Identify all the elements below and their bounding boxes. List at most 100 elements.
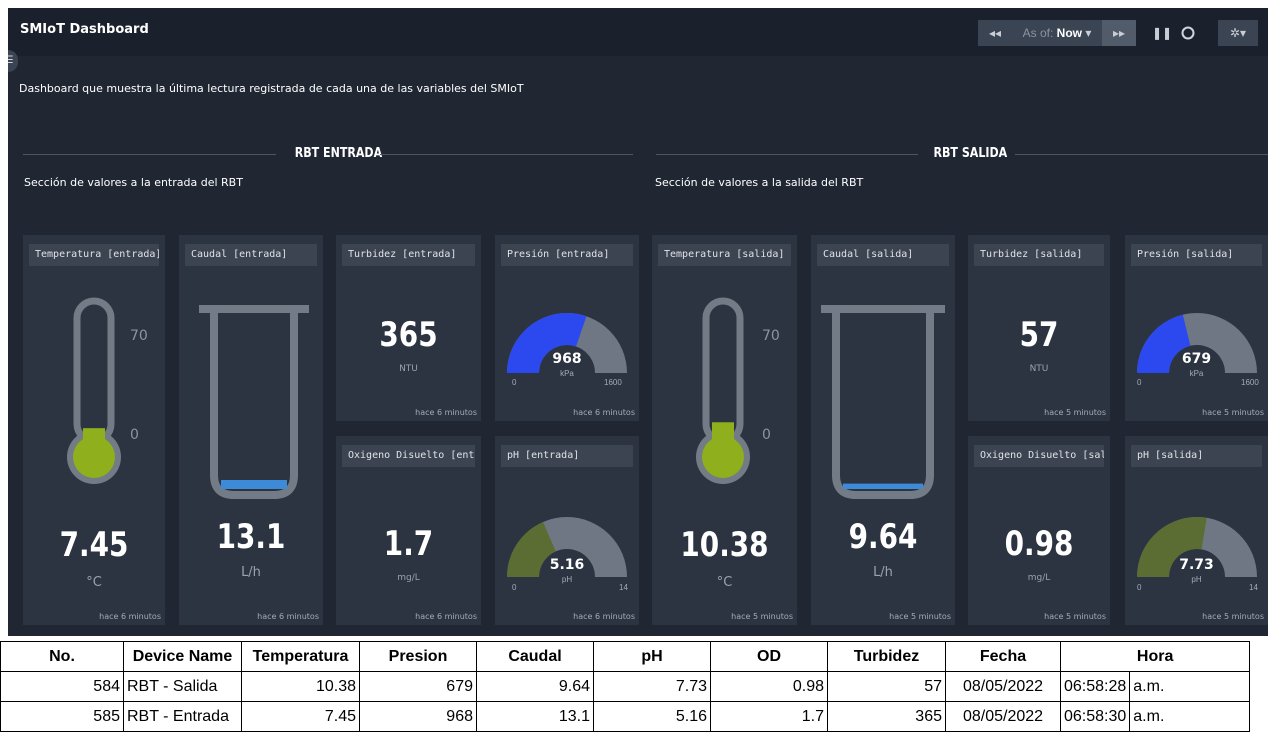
gauge-min-label: 0: [1137, 583, 1142, 592]
table-row: 584 RBT - Salida 10.38 679 9.64 7.73 0.9…: [0, 671, 1251, 702]
table-cell[interactable]: 5.16: [593, 701, 711, 732]
updated-label: hace 6 minutos: [99, 612, 161, 621]
gauge-min-label: 0: [512, 378, 517, 387]
panel-title: Presión [entrada]: [501, 244, 633, 266]
tank-icon: [821, 305, 945, 499]
value: 0.98: [1004, 524, 1074, 564]
table-cell[interactable]: 13.1: [476, 701, 594, 732]
tank-icon: [199, 305, 309, 499]
gauge-max-label: 14: [619, 583, 628, 592]
rewind-button[interactable]: ◂◂: [978, 20, 1012, 46]
gear-icon: ✲▾: [1229, 26, 1247, 40]
table-cell[interactable]: 7.73: [593, 671, 711, 702]
pause-button[interactable]: ❚❚: [1152, 20, 1172, 46]
circle-icon: [1181, 26, 1195, 40]
section-subtitle-entrada: Sección de valores a la entrada del RBT: [24, 176, 243, 189]
updated-label: hace 6 minutos: [573, 408, 635, 417]
gauge-min-label: 0: [1137, 378, 1142, 387]
scale-max-label: 70: [130, 328, 148, 344]
gauge-max-label: 1600: [1241, 378, 1259, 387]
panel-title: Turbidez [entrada]: [342, 244, 475, 266]
dashboard-description: Dashboard que muestra la última lectura …: [19, 82, 524, 95]
unit: °C: [716, 575, 733, 590]
table-cell[interactable]: 584: [0, 671, 124, 702]
unit: °C: [86, 575, 102, 590]
panel-caudal-salida: Caudal [salida] 9.64 L/h hace 5 minutos: [811, 235, 955, 625]
table-cell[interactable]: RBT - Entrada: [123, 701, 242, 732]
value: 57: [1019, 315, 1059, 355]
value: 13.1: [216, 517, 286, 557]
fast-forward-button[interactable]: ▸▸: [1102, 20, 1136, 46]
section-title-salida: RBT SALIDA: [933, 146, 1008, 161]
value: 7.73: [1179, 557, 1214, 573]
panel-oxigeno-entrada: Oxigeno Disuelto [entrada] 1.7 mg/L hace…: [336, 436, 481, 625]
rewind-icon: ◂◂: [988, 26, 1002, 40]
header-cell: No.: [0, 641, 124, 672]
unit: NTU: [399, 364, 418, 374]
updated-label: hace 5 minutos: [731, 612, 793, 621]
as-of-dropdown[interactable]: As of: Now ▾: [1012, 20, 1102, 46]
table-cell[interactable]: 585: [0, 701, 124, 732]
scale-max-label: 70: [762, 328, 780, 344]
panel-turbidez-entrada: Turbidez [entrada] 365 NTU hace 6 minuto…: [336, 235, 481, 421]
panel-title: Caudal [entrada]: [185, 244, 317, 266]
value: 968: [552, 351, 582, 367]
table-cell[interactable]: RBT - Salida: [123, 671, 242, 702]
dashboard-title: SMIoT Dashboard: [20, 22, 149, 37]
panel-title: Turbidez [salida]: [974, 244, 1104, 266]
unit: kPa: [560, 369, 574, 378]
header-cell: pH: [593, 641, 711, 672]
menu-icon: ☰: [8, 55, 14, 66]
table-cell[interactable]: a.m.: [1129, 671, 1251, 702]
table-cell[interactable]: 365: [827, 701, 946, 732]
panel-title: Caudal [salida]: [817, 244, 949, 266]
header-cell: Caudal: [476, 641, 594, 672]
readings-table: No. Device Name Temperatura Presion Caud…: [0, 641, 1251, 732]
table-cell[interactable]: 968: [359, 701, 477, 732]
panel-title: pH [salida]: [1131, 445, 1262, 467]
table-cell[interactable]: 57: [827, 671, 946, 702]
updated-label: hace 5 minutos: [1044, 612, 1106, 621]
scale-min-label: 0: [762, 427, 771, 443]
fast-forward-icon: ▸▸: [1112, 26, 1126, 40]
header-cell: Temperatura: [241, 641, 360, 672]
table-header-row: No. Device Name Temperatura Presion Caud…: [0, 641, 1251, 672]
table-cell[interactable]: 679: [359, 671, 477, 702]
panel-turbidez-salida: Turbidez [salida] 57 NTU hace 5 minutos: [968, 235, 1110, 421]
table-cell[interactable]: 10.38: [241, 671, 360, 702]
tank-fill: [221, 480, 287, 489]
thermometer-icon: [696, 297, 750, 484]
value: 7.45: [59, 525, 129, 565]
header-cell: Turbidez: [827, 641, 946, 672]
settings-button[interactable]: ✲▾: [1218, 20, 1258, 46]
panel-presion-entrada: Presión [entrada] 968 kPa 0 1600 hace 6 …: [495, 235, 639, 421]
updated-label: hace 5 minutos: [889, 612, 951, 621]
refresh-button[interactable]: [1178, 20, 1198, 46]
panel-ph-entrada: pH [entrada] 5.16 pH 0 14 hace 6 minutos: [495, 436, 639, 625]
header-cell: Presion: [359, 641, 477, 672]
table-cell[interactable]: 06:58:28: [1059, 671, 1131, 702]
table-cell[interactable]: 08/05/2022: [945, 701, 1061, 732]
top-bar: SMIoT Dashboard ◂◂ As of: Now ▾ ▸▸ ❚❚ ✲▾: [8, 8, 1268, 56]
table-cell[interactable]: 1.7: [710, 701, 828, 732]
panel-title: Presión [salida]: [1131, 244, 1262, 266]
table-cell[interactable]: 7.45: [241, 701, 360, 732]
unit: mg/L: [397, 573, 420, 583]
tank-fill: [843, 483, 923, 489]
table-cell[interactable]: 0.98: [710, 671, 828, 702]
table-cell[interactable]: 06:58:30: [1059, 701, 1131, 732]
unit: L/h: [873, 565, 893, 580]
panel-caudal-entrada: Caudal [entrada] 13.1 L/h hace 6 minutos: [179, 235, 323, 625]
table-cell[interactable]: 08/05/2022: [945, 671, 1061, 702]
gauge-max-label: 1600: [604, 378, 622, 387]
value: 5.16: [549, 557, 585, 573]
table-cell[interactable]: a.m.: [1129, 701, 1251, 732]
pause-icon: ❚❚: [1152, 26, 1173, 40]
unit: pH: [561, 575, 573, 584]
gauge-max-label: 14: [1249, 583, 1258, 592]
panel-title: Temperatura [entrada]: [29, 244, 159, 266]
table-cell[interactable]: 9.64: [476, 671, 594, 702]
as-of-label: As of:: [1022, 26, 1054, 40]
updated-label: hace 5 minutos: [1202, 408, 1264, 417]
updated-label: hace 6 minutos: [573, 612, 635, 621]
